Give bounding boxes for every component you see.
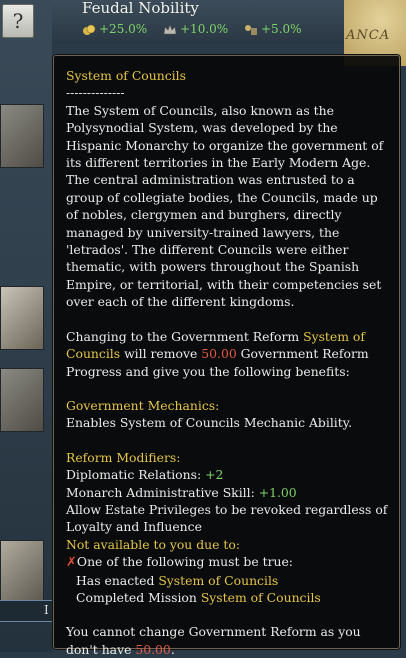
modifier-label: Diplomatic Relations: — [66, 467, 206, 483]
modifier-admin-skill: Monarch Administrative Skill: +1.00 — [66, 484, 392, 501]
modifiers-heading: Reform Modifiers: — [66, 449, 181, 465]
modifier-gold-value: +25.0% — [99, 22, 148, 36]
condition-mission: Completed Mission System of Councils — [66, 589, 392, 606]
reform-tooltip: System of Councils -------------- The Sy… — [53, 55, 400, 657]
reform-thumbnail-city[interactable] — [0, 540, 44, 604]
reform-thumbnail-council[interactable] — [0, 104, 44, 168]
change-mid: will remove — [120, 346, 202, 362]
map-label: ANCA — [346, 28, 391, 43]
not-available-heading: Not available to you due to: — [66, 536, 241, 552]
gold-coins-icon — [83, 24, 96, 35]
condition-enacted: Has enacted System of Councils — [66, 572, 392, 589]
cross-icon: ✗ — [66, 555, 77, 571]
tooltip-separator: -------------- — [66, 85, 125, 101]
footer-text: You cannot change Government Reform as y… — [66, 623, 392, 658]
reform-title: Feudal Nobility — [82, 0, 199, 17]
tooltip-title: System of Councils — [66, 68, 186, 83]
footer-value: 50.00 — [135, 641, 171, 657]
reform-thumbnail-ship[interactable] — [0, 286, 44, 350]
change-prefix: Changing to the Government Reform — [66, 328, 304, 344]
help-button[interactable]: ? — [2, 4, 34, 38]
modifier-trade-value: +5.0% — [261, 22, 302, 36]
bottom-edge-strip: I — [0, 600, 52, 622]
change-reform-text: Changing to the Government Reform System… — [66, 328, 392, 380]
trade-icon — [245, 24, 257, 35]
modifier-gold: +25.0% — [82, 22, 147, 36]
modifier-trade: +5.0% — [244, 22, 302, 36]
reform-description: The System of Councils, also known as th… — [66, 102, 384, 310]
modifier-value: +1.00 — [258, 484, 297, 500]
crown-icon — [163, 23, 177, 34]
privileges-text: Allow Estate Privileges to be revoked re… — [66, 501, 388, 535]
modifier-label: Monarch Administrative Skill: — [66, 484, 259, 500]
condition-prefix: Has enacted — [76, 572, 159, 588]
reform-thumbnail-hall[interactable] — [0, 368, 44, 432]
condition-header-text: One of the following must be true: — [76, 554, 293, 570]
modifier-crown-value: +10.0% — [180, 22, 229, 36]
tooltip-content: System of Councils -------------- The Sy… — [66, 67, 392, 658]
condition-value: System of Councils — [200, 589, 321, 605]
condition-prefix: Completed Mission — [76, 589, 201, 605]
condition-header: ✗One of the following must be true: — [66, 553, 392, 571]
footer-suffix: . — [170, 641, 175, 657]
modifier-diplomatic-relations: Diplomatic Relations: +2 — [66, 466, 392, 483]
modifier-crown: +10.0% — [163, 22, 228, 36]
mechanics-heading: Government Mechanics: — [66, 397, 220, 413]
modifier-value: +2 — [205, 467, 224, 483]
edge-label: I — [44, 603, 49, 617]
condition-value: System of Councils — [158, 572, 279, 588]
mechanics-text: Enables System of Councils Mechanic Abil… — [66, 415, 353, 431]
change-cost: 50.00 — [201, 346, 237, 362]
